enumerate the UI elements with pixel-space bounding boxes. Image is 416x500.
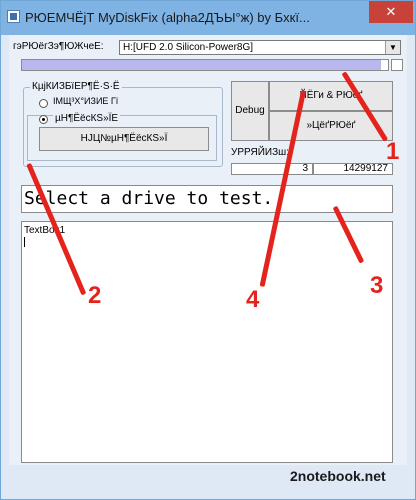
- progress-side-box: [391, 59, 403, 71]
- stop-format-button[interactable]: НЈЦ№µН¶ЁёсКЅ»Ї: [39, 127, 209, 151]
- drive-select-value: H:[UFD 2.0 Silicon-Power8G]: [123, 42, 254, 53]
- progress-fill: [22, 60, 381, 70]
- watermark: 2notebook.net: [290, 468, 386, 484]
- annotation-number-4: 4: [246, 286, 260, 313]
- radio-option2-label: µН¶ЁёсКЅ»ЇЕ: [53, 113, 121, 124]
- close-button[interactable]: ✕: [369, 1, 413, 23]
- radio-option2[interactable]: [39, 115, 48, 124]
- log-textbox[interactable]: TextBox1: [21, 221, 393, 463]
- main-panel: гэРЮёгЗэ¶ЮЖчеЕ: H:[UFD 2.0 Silicon-Power…: [9, 35, 407, 465]
- stats-value2: 14299127: [313, 163, 393, 175]
- title-bar[interactable]: РЮЕМЧЁјТ MyDiskFix (alpha2ДЪЫ°ж) by Бхкї…: [1, 1, 415, 35]
- annotation-number-3: 3: [370, 272, 384, 299]
- annotation-number-1: 1: [386, 138, 400, 165]
- window-title: РЮЕМЧЁјТ MyDiskFix (alpha2ДЪЫ°ж) by Бхкї…: [25, 10, 310, 25]
- radio-option1-label: ІМЩ³Х°ИЗИЕ Гї: [53, 96, 119, 106]
- annotation-number-2: 2: [88, 282, 102, 309]
- drive-select[interactable]: H:[UFD 2.0 Silicon-Power8G] ▼: [119, 40, 401, 55]
- stats-label: УРРЯЙИЗш:: [231, 147, 289, 158]
- app-icon: [7, 10, 20, 23]
- radio-option1[interactable]: [39, 99, 48, 108]
- dropdown-arrow-icon[interactable]: ▼: [385, 41, 400, 54]
- scan-repair-button[interactable]: ЙЁГи & РЮёґ: [269, 81, 393, 111]
- debug-button[interactable]: Debug: [231, 81, 269, 141]
- text-caret: [24, 237, 25, 247]
- progress-bar: [21, 59, 389, 71]
- stats-value1: 3: [231, 163, 313, 175]
- scan-method-title: КµјКИЗБїЕР¶Ё·Ѕ·Ё: [30, 81, 122, 92]
- drive-label: гэРЮёгЗэ¶ЮЖчеЕ:: [13, 41, 104, 52]
